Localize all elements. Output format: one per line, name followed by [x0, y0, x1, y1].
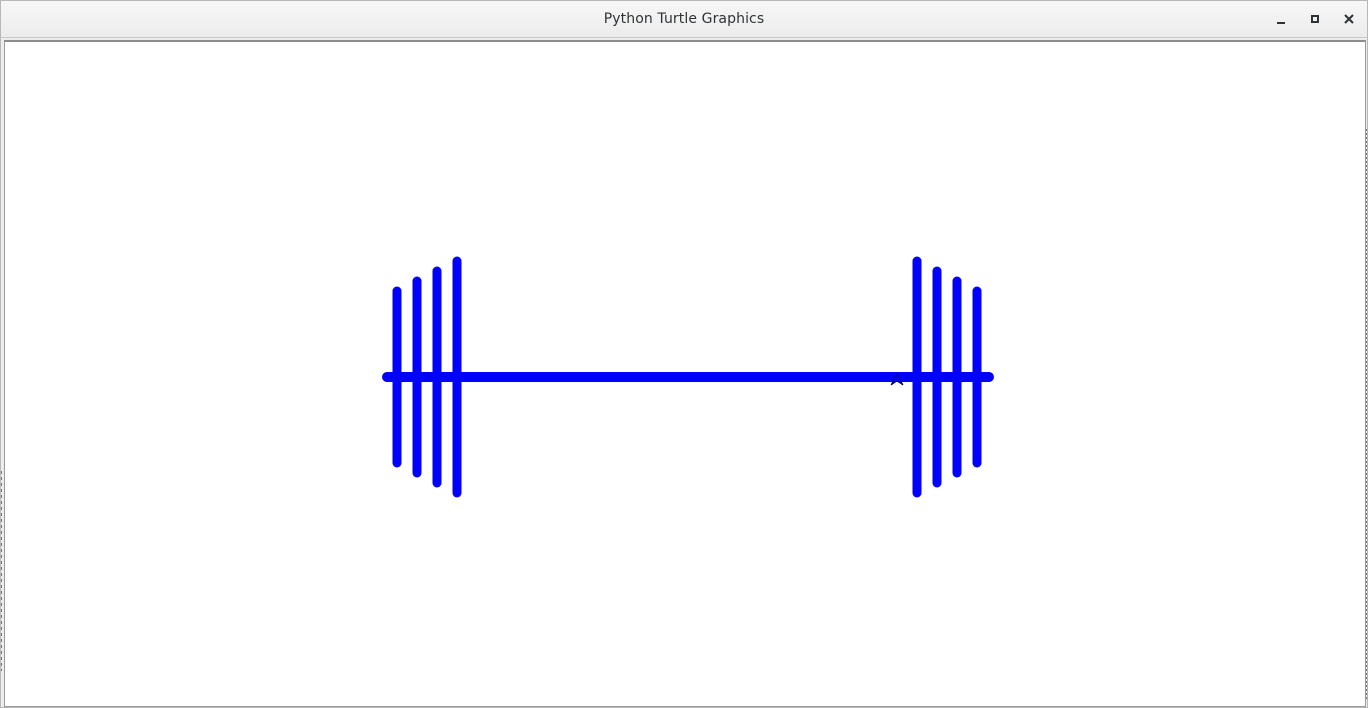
minimize-icon: [1277, 22, 1285, 24]
window-title: Python Turtle Graphics: [603, 11, 765, 27]
maximize-button[interactable]: [1303, 7, 1327, 31]
turtle-window: Python Turtle Graphics: [0, 0, 1368, 708]
turtle-canvas-frame: [4, 40, 1366, 707]
title-bar[interactable]: Python Turtle Graphics: [1, 1, 1367, 38]
close-icon: [1344, 14, 1354, 24]
window-edge-dots: [1366, 129, 1367, 699]
maximize-icon: [1311, 15, 1319, 23]
turtle-canvas[interactable]: [5, 42, 1365, 707]
window-edge-dots-left: [1, 471, 2, 671]
close-button[interactable]: [1337, 7, 1361, 31]
minimize-button[interactable]: [1269, 7, 1293, 31]
